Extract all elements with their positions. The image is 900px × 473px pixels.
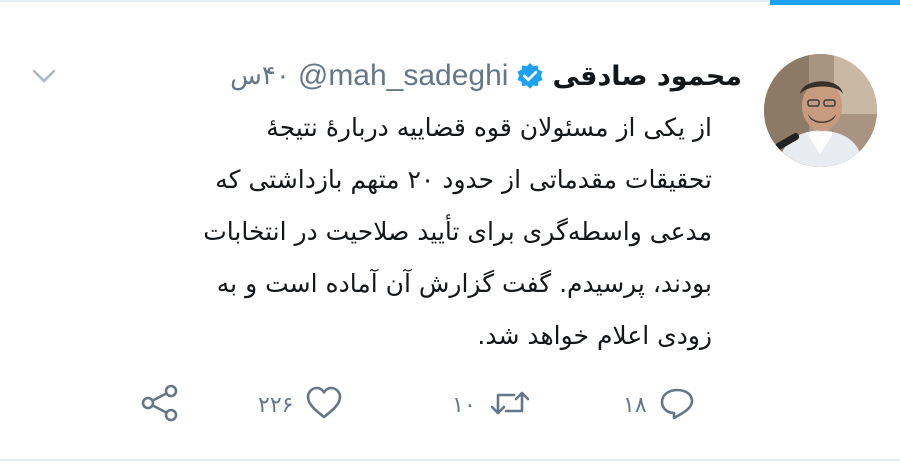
avatar[interactable]	[764, 54, 877, 167]
handle[interactable]: @mah_sadeghi	[298, 59, 509, 93]
tweet[interactable]: محمود صادقی @mah_sadeghi ۴۰س از یکی از م…	[0, 10, 900, 465]
top-divider	[0, 0, 900, 2]
like-button[interactable]: ۲۲۶	[258, 380, 343, 430]
heart-icon	[305, 385, 343, 425]
chevron-down-icon[interactable]	[30, 66, 58, 86]
tweet-header: محمود صادقی @mah_sadeghi ۴۰س	[230, 54, 742, 98]
tab-indicator	[770, 0, 900, 5]
retweet-icon	[488, 385, 532, 425]
like-count: ۲۲۶	[258, 392, 294, 418]
avatar-image	[764, 54, 877, 167]
retweet-count: ۱۰	[452, 392, 476, 418]
share-button[interactable]	[140, 380, 180, 430]
reply-button[interactable]: ۱۸	[623, 380, 695, 430]
reply-count: ۱۸	[623, 392, 647, 418]
bottom-divider	[0, 459, 900, 461]
timestamp[interactable]: ۴۰س	[230, 61, 290, 91]
reply-icon	[659, 385, 695, 425]
tweet-actions: ۱۸ ۱۰ ۲۲۶	[0, 380, 900, 430]
tweet-text: از یکی از مسئولان قوه قضاییه دربارهٔ نتی…	[203, 113, 712, 350]
retweet-button[interactable]: ۱۰	[452, 380, 532, 430]
display-name[interactable]: محمود صادقی	[552, 61, 742, 92]
verified-badge-icon	[516, 62, 544, 90]
share-icon	[140, 383, 180, 427]
